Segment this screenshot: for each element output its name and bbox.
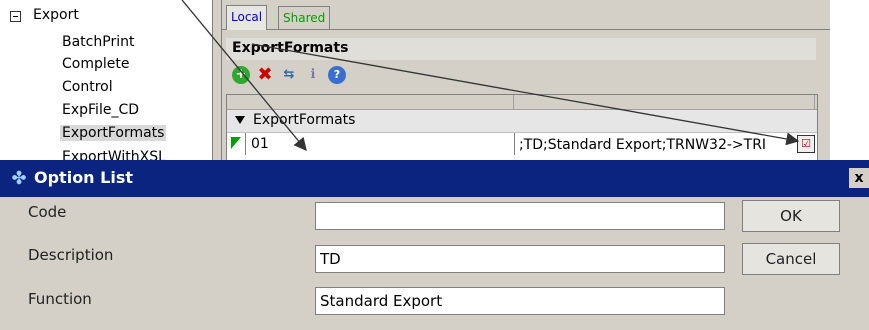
- section-title: ExportFormats: [232, 40, 349, 56]
- description-field[interactable]: [315, 245, 725, 273]
- function-field[interactable]: [315, 287, 725, 315]
- tree-item-exportformats[interactable]: ExportFormats: [60, 125, 167, 141]
- cancel-button[interactable]: Cancel: [742, 243, 840, 275]
- tree-item-control[interactable]: Control: [62, 79, 113, 95]
- table-row[interactable]: 01 ;TD;Standard Export;TRNW32->TRI ☑: [227, 133, 817, 155]
- group-row[interactable]: ExportFormats: [227, 110, 817, 133]
- dialog-titlebar[interactable]: ✤ Option List x: [0, 160, 869, 197]
- tab-local[interactable]: Local: [226, 5, 268, 30]
- code-label: Code: [28, 203, 67, 221]
- cell-divider: [245, 133, 246, 155]
- grid-header-cell[interactable]: [514, 95, 815, 109]
- group-label: ExportFormats: [253, 112, 356, 128]
- collapse-icon[interactable]: [10, 11, 21, 22]
- formats-grid: ExportFormats 01 ;TD;Standard Export;TRN…: [226, 94, 818, 162]
- function-label: Function: [28, 290, 92, 308]
- move-icon[interactable]: ⇆: [280, 66, 298, 84]
- option-list-dialog: ✤ Option List x Code Description Functio…: [0, 160, 869, 330]
- cell-divider: [514, 133, 515, 155]
- tree-panel: Export BatchPrint Complete Control ExpFi…: [0, 0, 212, 165]
- info-icon[interactable]: ℹ: [304, 66, 322, 84]
- add-icon[interactable]: +: [232, 66, 250, 84]
- help-icon[interactable]: ?: [328, 66, 346, 84]
- app-icon: ✤: [11, 168, 27, 189]
- close-icon[interactable]: x: [849, 168, 869, 188]
- row-code: 01: [251, 136, 269, 152]
- tab-shared[interactable]: Shared: [278, 6, 331, 29]
- tree-item-expfile-cd[interactable]: ExpFile_CD: [62, 102, 139, 118]
- panel-splitter[interactable]: [212, 0, 222, 160]
- right-panel: Local Shared ExportFormats + ✖ ⇆ ℹ ? Exp…: [222, 0, 830, 162]
- row-description: ;TD;Standard Export;TRNW32->TRI: [519, 137, 767, 153]
- row-marker-icon: [231, 137, 241, 149]
- tree-root-export[interactable]: Export: [33, 7, 79, 23]
- dialog-title: Option List: [34, 168, 133, 187]
- edit-options-button[interactable]: ☑: [797, 135, 815, 153]
- expand-arrow-icon[interactable]: [235, 116, 245, 124]
- delete-icon[interactable]: ✖: [256, 66, 274, 84]
- tree-item-complete[interactable]: Complete: [62, 56, 129, 72]
- ok-button[interactable]: OK: [742, 200, 840, 232]
- grid-header: [227, 95, 817, 110]
- tab-divider: [222, 29, 830, 30]
- grid-header-cell[interactable]: [227, 95, 514, 109]
- code-field[interactable]: [315, 202, 725, 230]
- description-label: Description: [28, 246, 114, 264]
- tree-item-batchprint[interactable]: BatchPrint: [62, 34, 134, 50]
